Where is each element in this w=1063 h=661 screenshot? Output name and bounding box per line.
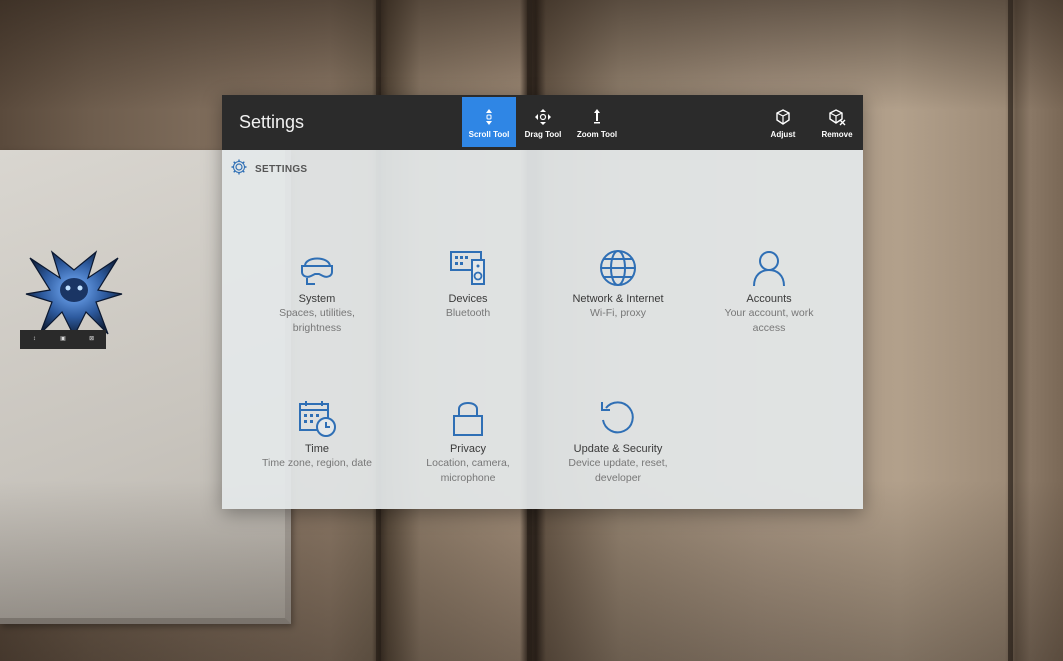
tile-description: Time zone, region, date bbox=[262, 457, 372, 469]
scroll-tool-label: Scroll Tool bbox=[468, 130, 510, 139]
remove-label: Remove bbox=[821, 130, 853, 139]
tile-description: Spaces, utilities, brightness bbox=[279, 307, 355, 334]
tile-name: System bbox=[298, 293, 336, 305]
globe-icon bbox=[598, 240, 638, 288]
settings-content: SETTINGS System Spaces, utilities, brigh… bbox=[222, 150, 863, 509]
calendar-clock-icon bbox=[297, 390, 337, 438]
tile-description: Location, camera, microphone bbox=[426, 457, 510, 484]
remove-button[interactable]: Remove bbox=[810, 97, 864, 147]
tile-name: Update & Security bbox=[573, 443, 663, 455]
scroll-tool-button[interactable]: Scroll Tool bbox=[462, 97, 516, 147]
hologram-scroll-button[interactable]: ↕ bbox=[23, 332, 45, 347]
tile-description: Your account, work access bbox=[724, 307, 814, 334]
breadcrumb-label: SETTINGS bbox=[255, 164, 308, 175]
adjust-button[interactable]: Adjust bbox=[756, 97, 810, 147]
settings-tile-privacy[interactable]: Privacy Location, camera, microphone bbox=[393, 390, 543, 486]
tile-name: Accounts bbox=[746, 293, 792, 305]
settings-tile-network[interactable]: Network & Internet Wi-Fi, proxy bbox=[543, 240, 693, 321]
window-titlebar[interactable]: Settings Scroll Tool Drag Tool Zoom Tool… bbox=[222, 95, 863, 150]
tile-name: Network & Internet bbox=[572, 293, 664, 305]
zoom-tool-label: Zoom Tool bbox=[576, 130, 618, 139]
tile-description: Device update, reset, developer bbox=[568, 457, 668, 484]
adjust-icon bbox=[774, 105, 792, 129]
gear-icon bbox=[230, 158, 248, 181]
keyboard-speaker-icon bbox=[448, 240, 488, 288]
adjust-label: Adjust bbox=[770, 130, 796, 139]
drag-icon bbox=[533, 105, 553, 129]
drag-tool-label: Drag Tool bbox=[524, 130, 562, 139]
settings-tile-system[interactable]: System Spaces, utilities, brightness bbox=[242, 240, 392, 336]
lock-icon bbox=[448, 390, 488, 438]
scroll-icon bbox=[482, 105, 496, 129]
refresh-icon bbox=[598, 390, 638, 438]
tile-name: Privacy bbox=[449, 443, 487, 455]
settings-window: Settings Scroll Tool Drag Tool Zoom Tool… bbox=[222, 95, 863, 509]
tile-name: Devices bbox=[448, 293, 488, 305]
hologram-toolbar: ↕ ▣ ⊠ bbox=[20, 330, 106, 349]
person-icon bbox=[749, 240, 789, 288]
tile-description: Bluetooth bbox=[445, 307, 491, 319]
zoom-tool-button[interactable]: Zoom Tool bbox=[570, 97, 624, 147]
breadcrumb[interactable]: SETTINGS bbox=[230, 158, 307, 181]
settings-tile-time[interactable]: Time Time zone, region, date bbox=[242, 390, 392, 471]
hologram-adjust-button[interactable]: ▣ bbox=[52, 332, 74, 347]
zoom-icon bbox=[591, 105, 603, 129]
tile-name: Time bbox=[304, 443, 330, 455]
hologram-remove-button[interactable]: ⊠ bbox=[81, 332, 103, 347]
settings-tile-update-security[interactable]: Update & Security Device update, reset, … bbox=[543, 390, 693, 486]
settings-tile-accounts[interactable]: Accounts Your account, work access bbox=[694, 240, 844, 336]
tile-description: Wi-Fi, proxy bbox=[590, 307, 646, 319]
remove-icon bbox=[828, 105, 846, 129]
hololens-icon bbox=[297, 240, 337, 288]
drag-tool-button[interactable]: Drag Tool bbox=[516, 97, 570, 147]
settings-tile-devices[interactable]: Devices Bluetooth bbox=[393, 240, 543, 321]
window-title: Settings bbox=[239, 112, 305, 132]
